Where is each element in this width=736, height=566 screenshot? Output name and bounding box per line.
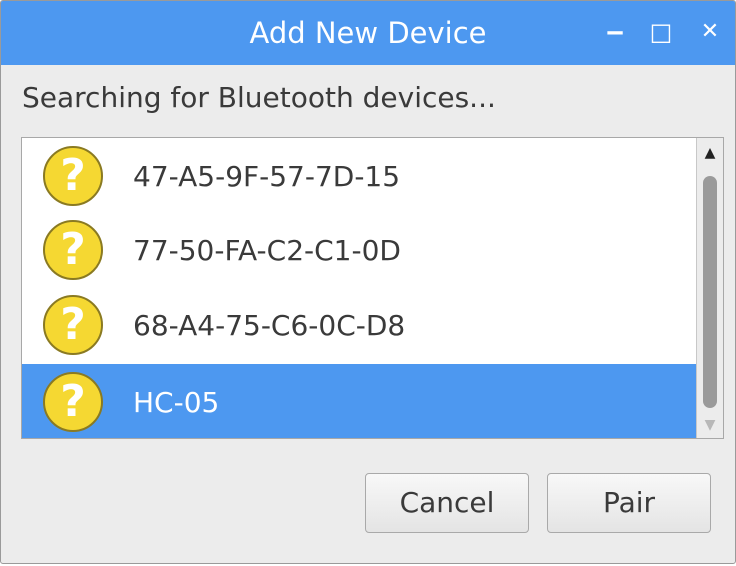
device-name: 77-50-FA-C2-C1-0D xyxy=(133,234,401,267)
device-list-item[interactable]: ? 47-A5-9F-57-7D-15 xyxy=(22,138,696,216)
device-list-item[interactable]: ? 77-50-FA-C2-C1-0D xyxy=(22,212,696,290)
unknown-device-question-icon: ? xyxy=(43,146,103,206)
maximize-button[interactable]: □ xyxy=(644,15,678,49)
unknown-device-question-icon: ? xyxy=(43,372,103,432)
minimize-button[interactable]: ‒ xyxy=(598,15,632,49)
device-list-item-selected[interactable]: ? HC-05 xyxy=(22,364,696,438)
title-bar[interactable]: Add New Device ‒ □ ✕ xyxy=(1,1,735,65)
unknown-device-question-icon: ? xyxy=(43,295,103,355)
scroll-down-arrow-icon[interactable]: ▼ xyxy=(697,414,723,436)
close-button[interactable]: ✕ xyxy=(693,15,727,49)
device-name: 47-A5-9F-57-7D-15 xyxy=(133,160,401,193)
scrollbar-thumb[interactable] xyxy=(703,176,717,408)
device-list[interactable]: ? 47-A5-9F-57-7D-15 ? 77-50-FA-C2-C1-0D … xyxy=(21,137,724,439)
device-name: 68-A4-75-C6-0C-D8 xyxy=(133,309,406,342)
pair-button[interactable]: Pair xyxy=(547,473,711,533)
unknown-device-question-icon: ? xyxy=(43,220,103,280)
device-name: HC-05 xyxy=(133,386,220,419)
scroll-up-arrow-icon[interactable]: ▲ xyxy=(697,142,723,164)
cancel-button[interactable]: Cancel xyxy=(365,473,529,533)
vertical-scrollbar[interactable]: ▲ ▼ xyxy=(696,138,723,438)
search-status-text: Searching for Bluetooth devices... xyxy=(22,81,496,114)
device-list-item[interactable]: ? 68-A4-75-C6-0C-D8 xyxy=(22,287,696,365)
add-new-device-dialog: Add New Device ‒ □ ✕ Searching for Bluet… xyxy=(0,0,736,564)
